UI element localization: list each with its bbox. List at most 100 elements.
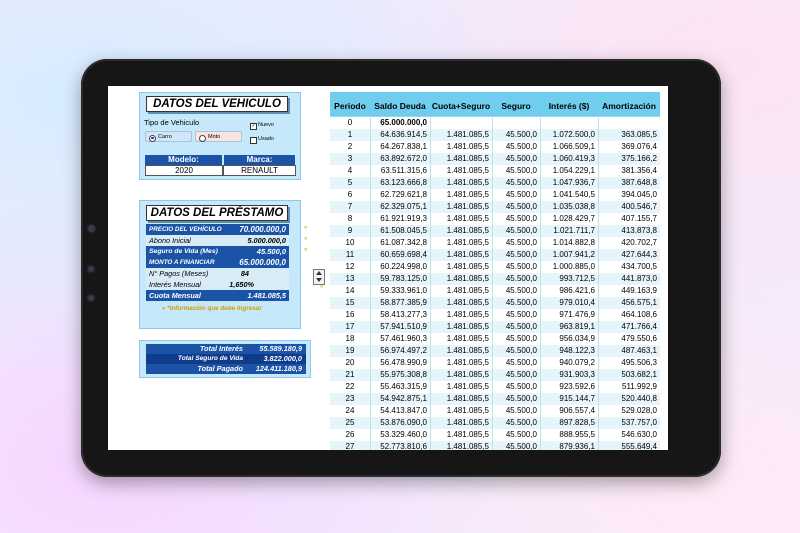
table-cell[interactable]: 407.155,7 (598, 213, 657, 225)
table-cell[interactable]: 441.873,0 (598, 273, 657, 285)
table-cell[interactable]: 26 (330, 429, 370, 441)
table-cell[interactable]: 1.481.085,5 (430, 345, 489, 357)
table-cell[interactable]: 511.992,9 (598, 381, 657, 393)
table-cell[interactable]: 15 (330, 297, 370, 309)
table-cell[interactable]: 45.500,0 (492, 441, 537, 450)
table-cell[interactable]: 45.500,0 (492, 225, 537, 237)
table-cell[interactable]: 45.500,0 (492, 381, 537, 393)
table-cell[interactable]: 17 (330, 321, 370, 333)
table-cell[interactable]: 413.873,8 (598, 225, 657, 237)
table-cell[interactable]: 57.941.510,9 (370, 321, 427, 333)
table-cell[interactable]: 1.000.885,0 (540, 261, 595, 273)
table-cell[interactable]: 464.108,6 (598, 309, 657, 321)
table-row[interactable]: 19 56.974.497,2 1.481.085,5 45.500,0 948.122… (330, 345, 660, 357)
table-cell[interactable]: 62.329.075,1 (370, 201, 427, 213)
table-cell[interactable]: 61.921.919,3 (370, 213, 427, 225)
table-cell[interactable]: 888.955,5 (540, 429, 595, 441)
table-cell[interactable]: 57.461.960,3 (370, 333, 427, 345)
table-cell[interactable] (492, 117, 537, 129)
table-cell[interactable]: 20 (330, 357, 370, 369)
table-cell[interactable]: 915.144,7 (540, 393, 595, 405)
table-cell[interactable]: 54.413.847,0 (370, 405, 427, 417)
table-cell[interactable]: 546.630,0 (598, 429, 657, 441)
table-cell[interactable]: 381.356,4 (598, 165, 657, 177)
table-row[interactable]: 16 58.413.277,3 1.481.085,5 45.500,0 971.476… (330, 309, 660, 321)
table-cell[interactable]: 61.087.342,8 (370, 237, 427, 249)
table-cell[interactable]: 13 (330, 273, 370, 285)
loan-row-down-payment[interactable]: Abono Inicial 5.000.000,0 (146, 235, 289, 246)
table-row[interactable]: 8 61.921.919,3 1.481.085,5 45.500,0 1.028.42… (330, 213, 660, 225)
table-row[interactable]: 21 55.975.308,8 1.481.085,5 45.500,0 931.903… (330, 369, 660, 381)
table-row[interactable]: 20 56.478.990,9 1.481.085,5 45.500,0 940.079… (330, 357, 660, 369)
table-cell[interactable]: 0 (330, 117, 370, 129)
table-cell[interactable]: 555.649,4 (598, 441, 657, 450)
table-cell[interactable]: 16 (330, 309, 370, 321)
table-cell[interactable]: 45.500,0 (492, 129, 537, 141)
table-cell[interactable]: 27 (330, 441, 370, 450)
table-cell[interactable]: 60.224.998,0 (370, 261, 427, 273)
table-cell[interactable]: 529.028,0 (598, 405, 657, 417)
table-row[interactable]: 11 60.659.698,4 1.481.085,5 45.500,0 1.007.9… (330, 249, 660, 261)
checkbox-usado[interactable] (250, 137, 257, 144)
payments-spinner[interactable] (313, 269, 325, 285)
table-cell[interactable]: 971.476,9 (540, 309, 595, 321)
table-cell[interactable]: 1.481.085,5 (430, 381, 489, 393)
table-cell[interactable]: 363.085,5 (598, 129, 657, 141)
table-cell[interactable]: 449.163,9 (598, 285, 657, 297)
table-cell[interactable]: 906.557,4 (540, 405, 595, 417)
table-cell[interactable]: 10 (330, 237, 370, 249)
table-cell[interactable]: 537.757,0 (598, 417, 657, 429)
table-row[interactable]: 12 60.224.998,0 1.481.085,5 45.500,0 1.000.8… (330, 261, 660, 273)
table-row[interactable]: 1 64.636.914,5 1.481.085,5 45.500,0 1.072.50… (330, 129, 660, 141)
loan-row-payments[interactable]: N° Pagos (Meses) 84 (146, 268, 289, 279)
table-cell[interactable]: 1.028.429,7 (540, 213, 595, 225)
table-cell[interactable]: 14 (330, 285, 370, 297)
table-cell[interactable]: 5 (330, 177, 370, 189)
table-cell[interactable]: 1.481.085,5 (430, 297, 489, 309)
table-cell[interactable]: 1.066.509,1 (540, 141, 595, 153)
table-cell[interactable]: 45.500,0 (492, 417, 537, 429)
table-row[interactable]: 24 54.413.847,0 1.481.085,5 45.500,0 906.557… (330, 405, 660, 417)
table-cell[interactable]: 400.546,7 (598, 201, 657, 213)
table-cell[interactable]: 1.481.085,5 (430, 393, 489, 405)
table-cell[interactable]: 45.500,0 (492, 189, 537, 201)
table-row[interactable]: 27 52.773.810,6 1.481.085,5 45.500,0 879.936… (330, 441, 660, 450)
table-row[interactable]: 22 55.463.315,9 1.481.085,5 45.500,0 923.592… (330, 381, 660, 393)
table-cell[interactable]: 45.500,0 (492, 393, 537, 405)
table-cell[interactable]: 479.550,6 (598, 333, 657, 345)
table-cell[interactable]: 956.034,9 (540, 333, 595, 345)
table-cell[interactable]: 55.975.308,8 (370, 369, 427, 381)
table-cell[interactable]: 1.041.540,5 (540, 189, 595, 201)
table-cell[interactable]: 23 (330, 393, 370, 405)
table-cell[interactable]: 63.511.315,6 (370, 165, 427, 177)
table-row[interactable]: 26 53.329.460,0 1.481.085,5 45.500,0 888.955… (330, 429, 660, 441)
table-cell[interactable]: 1.481.085,5 (430, 201, 489, 213)
table-cell[interactable]: 19 (330, 345, 370, 357)
table-cell[interactable]: 54.942.875,1 (370, 393, 427, 405)
table-cell[interactable]: 45.500,0 (492, 141, 537, 153)
table-cell[interactable]: 3 (330, 153, 370, 165)
table-cell[interactable]: 45.500,0 (492, 177, 537, 189)
table-cell[interactable]: 6 (330, 189, 370, 201)
table-cell[interactable]: 948.122,3 (540, 345, 595, 357)
table-cell[interactable]: 1.481.085,5 (430, 429, 489, 441)
table-cell[interactable]: 24 (330, 405, 370, 417)
table-row[interactable]: 18 57.461.960,3 1.481.085,5 45.500,0 956.034… (330, 333, 660, 345)
table-cell[interactable]: 7 (330, 201, 370, 213)
table-cell[interactable]: 56.974.497,2 (370, 345, 427, 357)
brand-value[interactable]: RENAULT (223, 165, 296, 176)
radio-carro[interactable]: Carro (145, 131, 192, 142)
table-cell[interactable]: 21 (330, 369, 370, 381)
table-cell[interactable]: 59.783.125,0 (370, 273, 427, 285)
table-cell[interactable]: 1.481.085,5 (430, 309, 489, 321)
table-cell[interactable]: 18 (330, 333, 370, 345)
table-cell[interactable]: 45.500,0 (492, 309, 537, 321)
table-cell[interactable]: 1.481.085,5 (430, 177, 489, 189)
table-cell[interactable]: 1.481.085,5 (430, 249, 489, 261)
table-cell[interactable]: 1.481.085,5 (430, 369, 489, 381)
table-row[interactable]: 7 62.329.075,1 1.481.085,5 45.500,0 1.035.03… (330, 201, 660, 213)
table-cell[interactable]: 11 (330, 249, 370, 261)
table-cell[interactable]: 9 (330, 225, 370, 237)
table-cell[interactable]: 1.481.085,5 (430, 189, 489, 201)
table-cell[interactable]: 963.819,1 (540, 321, 595, 333)
